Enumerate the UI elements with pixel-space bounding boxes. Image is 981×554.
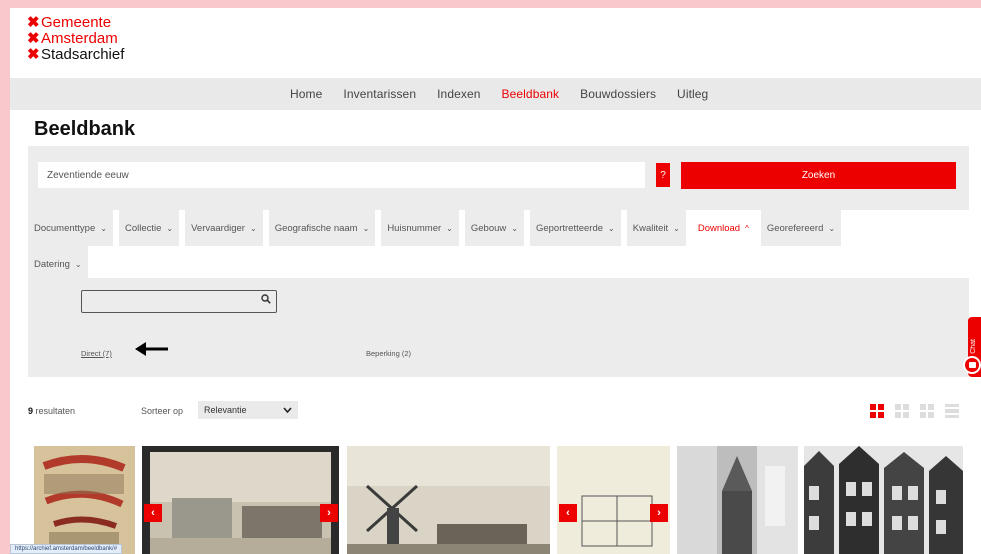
chevron-down-icon: ⌄ [362,223,370,233]
prev-image-button[interactable]: ‹ [144,504,162,522]
logo[interactable]: ✖ Gemeente ✖ Amsterdam ✖ Stadsarchief [27,15,124,63]
chevron-down-icon: ⌄ [166,223,174,233]
filter-label: Geportretteerde [535,222,604,234]
filter-kwaliteit[interactable]: Kwaliteit ⌄ [626,210,686,246]
filter-label: Huisnummer [387,222,442,234]
filter-geografische-naam[interactable]: Geografische naam ⌄ [268,210,376,246]
grid-large-icon[interactable] [870,404,884,418]
download-option-direct[interactable]: Direct (7) [81,349,112,358]
filter-label: Gebouw [470,222,507,234]
chevron-down-icon: ⌄ [511,223,518,233]
logo-x-icon: ✖ [27,14,40,31]
logo-x-icon: ✖ [27,30,40,47]
sort-select-value: Relevantie [204,405,247,415]
nav-item-home[interactable]: Home [290,87,322,101]
result-thumbnail[interactable] [347,446,550,554]
arrow-left-icon [134,340,170,361]
list-icon[interactable] [945,404,959,418]
download-filter-panel: Direct (7) Beperking (2) [28,278,969,377]
result-thumbnail[interactable]: ‹ › [557,446,670,554]
chat-bubble-icon[interactable] [963,356,981,374]
filter-georefereerd[interactable]: Georefereerd ⌄ [760,210,842,246]
help-button[interactable]: ? [656,163,670,187]
chevron-up-icon: ^ [745,223,749,233]
filter-label: Datering [34,258,70,270]
chevron-down-icon: ⌄ [249,223,257,233]
grid-list-icon[interactable] [895,404,909,418]
page-title: Beeldbank [34,118,136,140]
top-navigation: Home Inventarissen Indexen Beeldbank Bou… [10,78,981,110]
filter-vervaardiger[interactable]: Vervaardiger ⌄ [185,210,263,246]
chat-label: Chat [970,339,977,354]
filter-collectie[interactable]: Collectie ⌄ [118,210,180,246]
filter-label: Download [697,222,741,234]
download-option-beperking[interactable]: Beperking (2) [366,349,411,358]
browser-viewport: ✖ Gemeente ✖ Amsterdam ✖ Stadsarchief Home … [10,8,981,554]
result-thumbnail[interactable]: ‹ › [142,446,339,554]
chevron-down-icon: ⌄ [608,223,615,233]
filter-bar: Documenttype ⌄ Collectie ⌄ Vervaardiger ⌄ G… [28,210,969,282]
logo-line-amsterdam: Amsterdam [41,30,118,47]
next-image-button[interactable]: › [320,504,338,522]
results-count: 9 resultaten [28,406,76,416]
filter-documenttype[interactable]: Documenttype ⌄ [28,210,113,246]
filter-huisnummer[interactable]: Huisnummer ⌄ [381,210,459,246]
filter-gebouw[interactable]: Gebouw ⌄ [464,210,524,246]
nav-item-uitleg[interactable]: Uitleg [677,87,708,101]
chevron-down-icon: ⌄ [100,223,107,233]
download-filter-search-input[interactable] [81,290,277,313]
search-button[interactable]: Zoeken [681,162,956,189]
view-mode-toggles [870,404,970,418]
logo-line-stadsarchief: Stadsarchief [41,46,125,63]
result-thumbnail[interactable] [804,446,963,554]
nav-item-indexen[interactable]: Indexen [437,87,480,101]
chevron-down-icon: ⌄ [828,223,836,233]
chevron-down-icon: ⌄ [446,223,453,233]
chevron-down-icon [283,405,292,415]
prev-image-button[interactable]: ‹ [559,504,577,522]
logo-line-gemeente: Gemeente [41,14,112,31]
search-input[interactable] [38,162,645,188]
next-image-button[interactable]: › [650,504,668,522]
nav-item-bouwdossiers[interactable]: Bouwdossiers [580,87,656,101]
sort-label: Sorteer op [141,406,184,416]
filter-label: Geografische naam [274,222,358,234]
result-thumbnail[interactable] [677,446,798,554]
grid-small-icon[interactable] [920,404,934,418]
filter-label: Georefereerd [766,222,824,234]
status-bar-url: https://archief.amsterdam/beeldbank/# [10,544,123,554]
filter-label: Kwaliteit [632,222,669,234]
chevron-down-icon: ⌄ [673,223,680,233]
chevron-down-icon: ⌄ [74,259,82,269]
filter-label: Vervaardiger [191,222,245,234]
filter-geportretteerde[interactable]: Geportretteerde ⌄ [529,210,621,246]
search-icon[interactable] [261,294,271,307]
logo-x-icon: ✖ [27,46,40,63]
result-thumbnail[interactable] [34,446,135,554]
nav-item-beeldbank[interactable]: Beeldbank [502,87,560,101]
sort-select[interactable]: Relevantie [198,401,298,419]
filter-label: Collectie [124,222,162,234]
filter-datering[interactable]: Datering ⌄ [28,246,88,282]
filter-download[interactable]: Download ^ [691,210,755,246]
result-gallery: ‹ › ‹ › [10,446,981,554]
search-panel: ? Zoeken [28,146,969,210]
filter-label: Documenttype [34,222,96,234]
nav-item-inventarissen[interactable]: Inventarissen [343,87,416,101]
